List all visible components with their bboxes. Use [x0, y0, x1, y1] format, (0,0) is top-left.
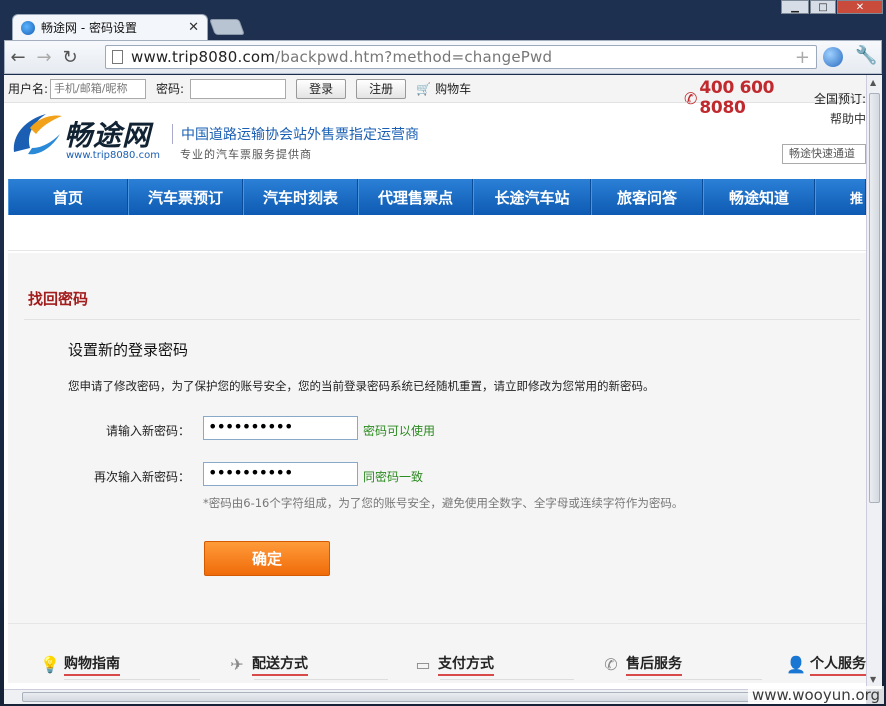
browser-window: 畅途网 - 密码设置 ✕ ▁ □ ✕ ← → ↻ www.trip8080.co… — [0, 0, 886, 706]
maximize-button[interactable]: □ — [810, 0, 836, 14]
footer-links: 💡 购物指南 ✈ 配送方式 ▭ 支付方式 ✆ 售后服务 👤 个人服务 — [8, 641, 866, 689]
nav-item-timetable[interactable]: 汽车时刻表 — [243, 179, 358, 215]
forward-icon[interactable]: → — [31, 47, 57, 68]
lightbulb-icon: 💡 — [40, 655, 60, 674]
footer-rule — [64, 679, 200, 680]
horizontal-scroll-thumb[interactable] — [22, 692, 774, 702]
footer-item-label: 个人服务 — [810, 653, 866, 676]
page-viewport: 用户名: 密码: 登录 注册 🛒 购物车 ✆ 400 600 8080 全国预订… — [4, 75, 866, 689]
new-tab-button[interactable] — [209, 19, 245, 35]
close-tab-icon[interactable]: ✕ — [188, 20, 199, 35]
login-button[interactable]: 登录 — [296, 78, 347, 99]
nav-item-ticket-booking[interactable]: 汽车票预订 — [128, 179, 243, 215]
confirm-password-label: 再次输入新密码： — [93, 470, 190, 484]
wrench-icon[interactable]: 🔧 — [855, 45, 877, 66]
footer-item-payment[interactable]: ▭ 支付方式 — [414, 653, 494, 676]
card-icon: ▭ — [415, 655, 431, 674]
nav-item-agents[interactable]: 代理售票点 — [358, 179, 473, 215]
main-nav: 首页 汽车票预订 汽车时刻表 代理售票点 长途汽车站 旅客问答 畅途知道 推 — [8, 179, 866, 215]
section-title: 找回密码 — [28, 290, 89, 308]
username-input[interactable] — [50, 78, 147, 99]
login-bar: 用户名: 密码: 登录 注册 🛒 购物车 ✆ 400 600 8080 全国预订… — [4, 75, 866, 118]
password-input[interactable] — [190, 78, 287, 99]
footer-item-personal[interactable]: 👤 个人服务 — [786, 653, 866, 676]
footer-item-delivery[interactable]: ✈ 配送方式 — [228, 653, 308, 676]
new-password-input[interactable]: •••••••••• — [203, 416, 358, 440]
address-bar[interactable]: www.trip8080.com/backpwd.htm?method=chan… — [105, 45, 817, 69]
page-icon — [112, 50, 123, 64]
footer-item-after-sales[interactable]: ✆ 售后服务 — [602, 653, 682, 676]
confirm-password-status: 同密码一致 — [363, 470, 424, 484]
url-host: www.trip8080.com — [131, 48, 276, 66]
nav-item-home[interactable]: 首页 — [8, 179, 128, 215]
bookmark-plus-icon[interactable]: + — [795, 47, 810, 68]
slogan-sub: 专业的汽车票服务提供商 — [180, 148, 312, 161]
url-text: www.trip8080.com/backpwd.htm?method=chan… — [131, 48, 552, 66]
vertical-scroll-thumb[interactable] — [869, 93, 880, 503]
new-password-status: 密码可以使用 — [363, 424, 436, 438]
logo-swoosh-icon[interactable] — [8, 108, 64, 160]
plane-icon: ✈ — [230, 655, 244, 674]
tab-strip: 畅途网 - 密码设置 ✕ ▁ □ ✕ — [0, 0, 886, 40]
password-rule-hint: *密码由6-16个字符组成，为了您的账号安全，避免使用全数字、全字母或连续字符作… — [203, 496, 684, 510]
footer-item-label: 支付方式 — [438, 653, 494, 676]
section-divider — [24, 319, 860, 320]
password-label: 密码: — [156, 82, 185, 96]
site-favicon-icon — [21, 20, 35, 35]
footer-rule — [254, 679, 388, 680]
back-icon[interactable]: ← — [5, 47, 31, 68]
logo-text[interactable]: 畅途网 — [64, 114, 151, 154]
sub-bar — [8, 217, 866, 251]
notice-text: 您申请了修改密码，为了保护您的账号安全，您的当前登录密码系统已经随机重置，请立即… — [68, 379, 655, 393]
globe-icon[interactable] — [823, 47, 843, 67]
cart-link[interactable]: 🛒 购物车 — [416, 80, 471, 97]
footer-item-label: 售后服务 — [626, 653, 682, 676]
cart-label: 购物车 — [435, 82, 472, 96]
phone-icon: ✆ — [604, 655, 618, 674]
watermark: www.wooyun.org — [748, 686, 885, 704]
nav-item-qa[interactable]: 旅客问答 — [591, 179, 703, 215]
footer-item-label: 配送方式 — [252, 653, 308, 676]
vertical-scrollbar[interactable]: ▲ ▼ — [866, 75, 882, 689]
footer-item-shopping-guide[interactable]: 💡 购物指南 — [40, 653, 120, 676]
nav-item-stations[interactable]: 长途汽车站 — [473, 179, 591, 215]
footer-rule — [440, 679, 574, 680]
nav-item-more[interactable]: 推 — [815, 179, 866, 215]
browser-tab[interactable]: 畅途网 - 密码设置 ✕ — [12, 14, 208, 40]
footer-divider — [8, 623, 866, 624]
footer-rule — [628, 679, 762, 680]
horizontal-scrollbar[interactable] — [4, 689, 866, 704]
slogan-main: 中国道路运输协会站外售票指定运营商 — [172, 124, 419, 144]
tab-title: 畅途网 - 密码设置 — [41, 21, 137, 35]
new-password-label: 请输入新密码： — [105, 424, 190, 438]
person-icon: 👤 — [786, 655, 806, 674]
url-path: /backpwd.htm?method=changePwd — [275, 48, 553, 66]
footer-item-label: 购物指南 — [64, 653, 120, 676]
minimize-button[interactable]: ▁ — [781, 0, 809, 14]
password-reset-panel: 找回密码 设置新的登录密码 您申请了修改密码，为了保护您的账号安全，您的当前登录… — [8, 253, 866, 683]
username-label: 用户名: — [8, 82, 49, 96]
logo-url: www.trip8080.com — [66, 150, 160, 161]
browser-toolbar: ← → ↻ www.trip8080.com/backpwd.htm?metho… — [4, 40, 882, 74]
site-header: 畅途网 www.trip8080.com 中国道路运输协会站外售票指定运营商 专… — [4, 104, 866, 178]
quick-channel-dropdown[interactable]: 畅途快速通道 — [782, 144, 866, 164]
scroll-up-icon[interactable]: ▲ — [870, 78, 876, 87]
register-button[interactable]: 注册 — [356, 78, 407, 99]
window-close-button[interactable]: ✕ — [837, 0, 883, 14]
nav-item-knowledge[interactable]: 畅途知道 — [703, 179, 815, 215]
help-link[interactable]: 帮助中 — [830, 110, 866, 127]
submit-button[interactable]: 确定 — [204, 541, 330, 576]
form-title: 设置新的登录密码 — [68, 341, 189, 359]
confirm-password-input[interactable]: •••••••••• — [203, 462, 358, 486]
reload-icon[interactable]: ↻ — [57, 47, 83, 68]
cart-icon: 🛒 — [416, 81, 432, 96]
scroll-down-icon[interactable]: ▼ — [870, 675, 876, 684]
